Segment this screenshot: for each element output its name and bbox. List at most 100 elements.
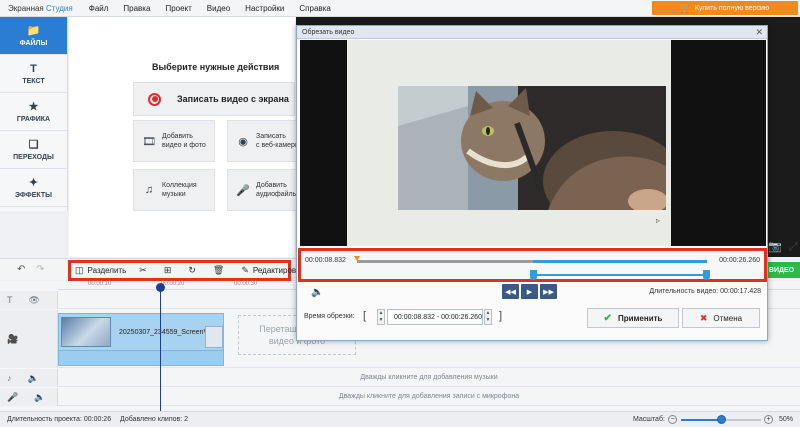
trim-timeline-track[interactable]: [354, 256, 710, 280]
track-header-text: T 👁: [0, 291, 58, 309]
clip-transition-thumbnail[interactable]: [205, 326, 223, 348]
playhead-handle[interactable]: [156, 283, 165, 292]
split-icon: ◫: [75, 265, 84, 275]
sidebar-item-graphics[interactable]: ★ ГРАФИКА: [0, 93, 67, 131]
dialog-title-bar: Обрезать видео ✕: [297, 26, 767, 39]
close-icon[interactable]: ✕: [755, 27, 763, 38]
volume-icon[interactable]: 🔈: [311, 287, 323, 298]
cut-time-label: Время обрезки:: [304, 313, 355, 320]
music-note-icon: ♪: [7, 373, 12, 383]
skip-back-button[interactable]: ◀◀: [502, 284, 519, 299]
crop-button[interactable]: ⊞: [164, 265, 176, 276]
music-collection-button[interactable]: ♫ Коллекция музыки: [133, 169, 215, 211]
rotate-button[interactable]: ↻: [188, 265, 200, 276]
clip-audio-strip: [59, 350, 223, 365]
menu-video[interactable]: Видео: [207, 4, 230, 13]
skip-back-icon: ◀◀: [505, 288, 516, 296]
magic-wand-icon: ✦: [28, 177, 39, 189]
apply-label: Применить: [617, 313, 663, 323]
speaker-icon[interactable]: 🔈: [34, 392, 45, 403]
tile-label: Записать с веб-камеры: [256, 133, 300, 149]
record-screen-button[interactable]: Записать видео с экрана: [133, 82, 295, 116]
transitions-icon: ❏: [28, 139, 39, 151]
status-bar: Длительность проекта: 00:00:26 Добавлено…: [0, 411, 800, 427]
sidebar-item-text[interactable]: T ТЕКСТ: [0, 55, 67, 93]
menu-edit[interactable]: Правка: [123, 4, 150, 13]
cut-range-input[interactable]: 00:00:08.832 - 00:00:26.260: [387, 309, 483, 325]
star-icon: ★: [28, 101, 39, 113]
end-spinner[interactable]: ▲ ▼: [484, 309, 492, 325]
undo-icon[interactable]: ↶: [17, 264, 25, 275]
trim-end-handle[interactable]: [703, 270, 710, 280]
title-bar: Экранная Студия Файл Правка Проект Видео…: [0, 0, 800, 17]
tile-label: Добавить видео и фото: [162, 133, 206, 149]
skip-forward-button[interactable]: ▶▶: [540, 284, 557, 299]
buy-label: Купить полную версию: [694, 4, 770, 12]
edit-icon: ✎: [241, 265, 249, 275]
video-preview: ▹: [300, 40, 766, 246]
dialog-title: Обрезать видео: [302, 28, 355, 36]
zoom-out-button[interactable]: −: [668, 415, 677, 424]
add-video-photo-button[interactable]: 🎞 Добавить видео и фото: [133, 120, 215, 162]
video-clip[interactable]: 20250307_234559_ScreenV: [58, 313, 224, 366]
eye-icon[interactable]: 👁: [29, 295, 40, 306]
trash-icon: 🗑: [212, 265, 225, 275]
edit-toolbar: ↶ ↷ ◫ Разделить ✂ ⊞ ↻ 🗑 ✎ Редактировать: [0, 258, 308, 281]
track-header-video: 🎥: [0, 310, 58, 368]
delete-button[interactable]: 🗑: [213, 265, 228, 276]
video-frame: [398, 86, 666, 210]
export-video-button[interactable]: ВИДЕО: [763, 262, 800, 278]
trim-start-handle[interactable]: [530, 270, 538, 280]
close-icon: ✖: [699, 312, 708, 323]
tools-group: ◫ Разделить ✂ ⊞ ↻ 🗑 ✎ Редактировать: [68, 260, 308, 281]
panel-title: Выберите нужные действия: [152, 62, 280, 72]
playback-controls: 🔈 ◀◀ ▶ ▶▶ Длительность видео: 00:00:17.4…: [297, 284, 767, 302]
music-collection-icon: ♫: [144, 184, 154, 196]
buy-full-version-button[interactable]: 🛒 Купить полную версию: [652, 1, 798, 15]
position-marker[interactable]: [354, 256, 360, 261]
cancel-label: Отмена: [713, 313, 743, 323]
speaker-icon[interactable]: 🔈: [28, 373, 39, 384]
menu-help[interactable]: Справка: [299, 4, 330, 13]
zoom-in-button[interactable]: +: [764, 415, 773, 424]
track-header-music: ♪ 🔈: [0, 369, 58, 387]
sidebar-item-transitions[interactable]: ❏ ПЕРЕХОДЫ: [0, 131, 67, 169]
trim-video-dialog: Обрезать видео ✕ ▹ 00:00:08.832 00:00:26…: [296, 25, 768, 341]
record-icon: [148, 92, 161, 106]
menu-settings[interactable]: Настройки: [245, 4, 284, 13]
trim-end-time: 00:00:26.260: [719, 257, 760, 264]
snapshot-icon[interactable]: 📷: [768, 241, 782, 253]
zoom-slider[interactable]: [681, 415, 761, 424]
play-icon: ▶: [526, 288, 533, 296]
playhead[interactable]: [156, 283, 165, 413]
sidebar-item-files[interactable]: 📁 ФАЙЛЫ: [0, 17, 67, 55]
cut-button[interactable]: ✂: [139, 265, 151, 276]
text-track-icon: T: [7, 295, 13, 305]
record-label: Записать видео с экрана: [177, 94, 289, 104]
set-start-bracket-button[interactable]: [: [363, 310, 366, 322]
sidebar: 📁 ФАЙЛЫ T ТЕКСТ ★ ГРАФИКА ❏ ПЕРЕХОДЫ ✦ Э…: [0, 17, 68, 211]
video-frame-image: [398, 86, 666, 210]
apply-button[interactable]: ✔ Применить: [587, 308, 679, 328]
fullscreen-icon[interactable]: ⤢: [789, 241, 798, 253]
menu-project[interactable]: Проект: [165, 4, 191, 13]
trim-start-time: 00:00:08.832: [305, 257, 346, 264]
folder-icon: 📁: [26, 25, 41, 37]
zoom-slider-thumb[interactable]: [717, 415, 726, 424]
sidebar-item-label: ПЕРЕХОДЫ: [13, 154, 54, 161]
set-end-bracket-button[interactable]: ]: [499, 310, 502, 322]
menu-file[interactable]: Файл: [89, 4, 109, 13]
sidebar-item-effects[interactable]: ✦ ЭФФЕКТЫ: [0, 169, 67, 207]
ruler-tick: 00:00:30: [234, 281, 258, 287]
play-button[interactable]: ▶: [521, 284, 538, 299]
project-duration: Длительность проекта: 00:00:26: [7, 416, 112, 423]
split-button[interactable]: ◫ Разделить: [75, 265, 126, 276]
mic-track-hint: Дважды кликните для добавления записи с …: [338, 393, 520, 400]
start-spinner[interactable]: ▲ ▼: [377, 309, 385, 325]
cursor-icon: ▹: [656, 216, 661, 225]
letterbox-right: [671, 40, 766, 246]
cancel-button[interactable]: ✖ Отмена: [682, 308, 760, 328]
redo-icon[interactable]: ↷: [36, 264, 44, 275]
letterbox-left: [300, 40, 347, 246]
sidebar-item-label: ЭФФЕКТЫ: [15, 192, 52, 199]
